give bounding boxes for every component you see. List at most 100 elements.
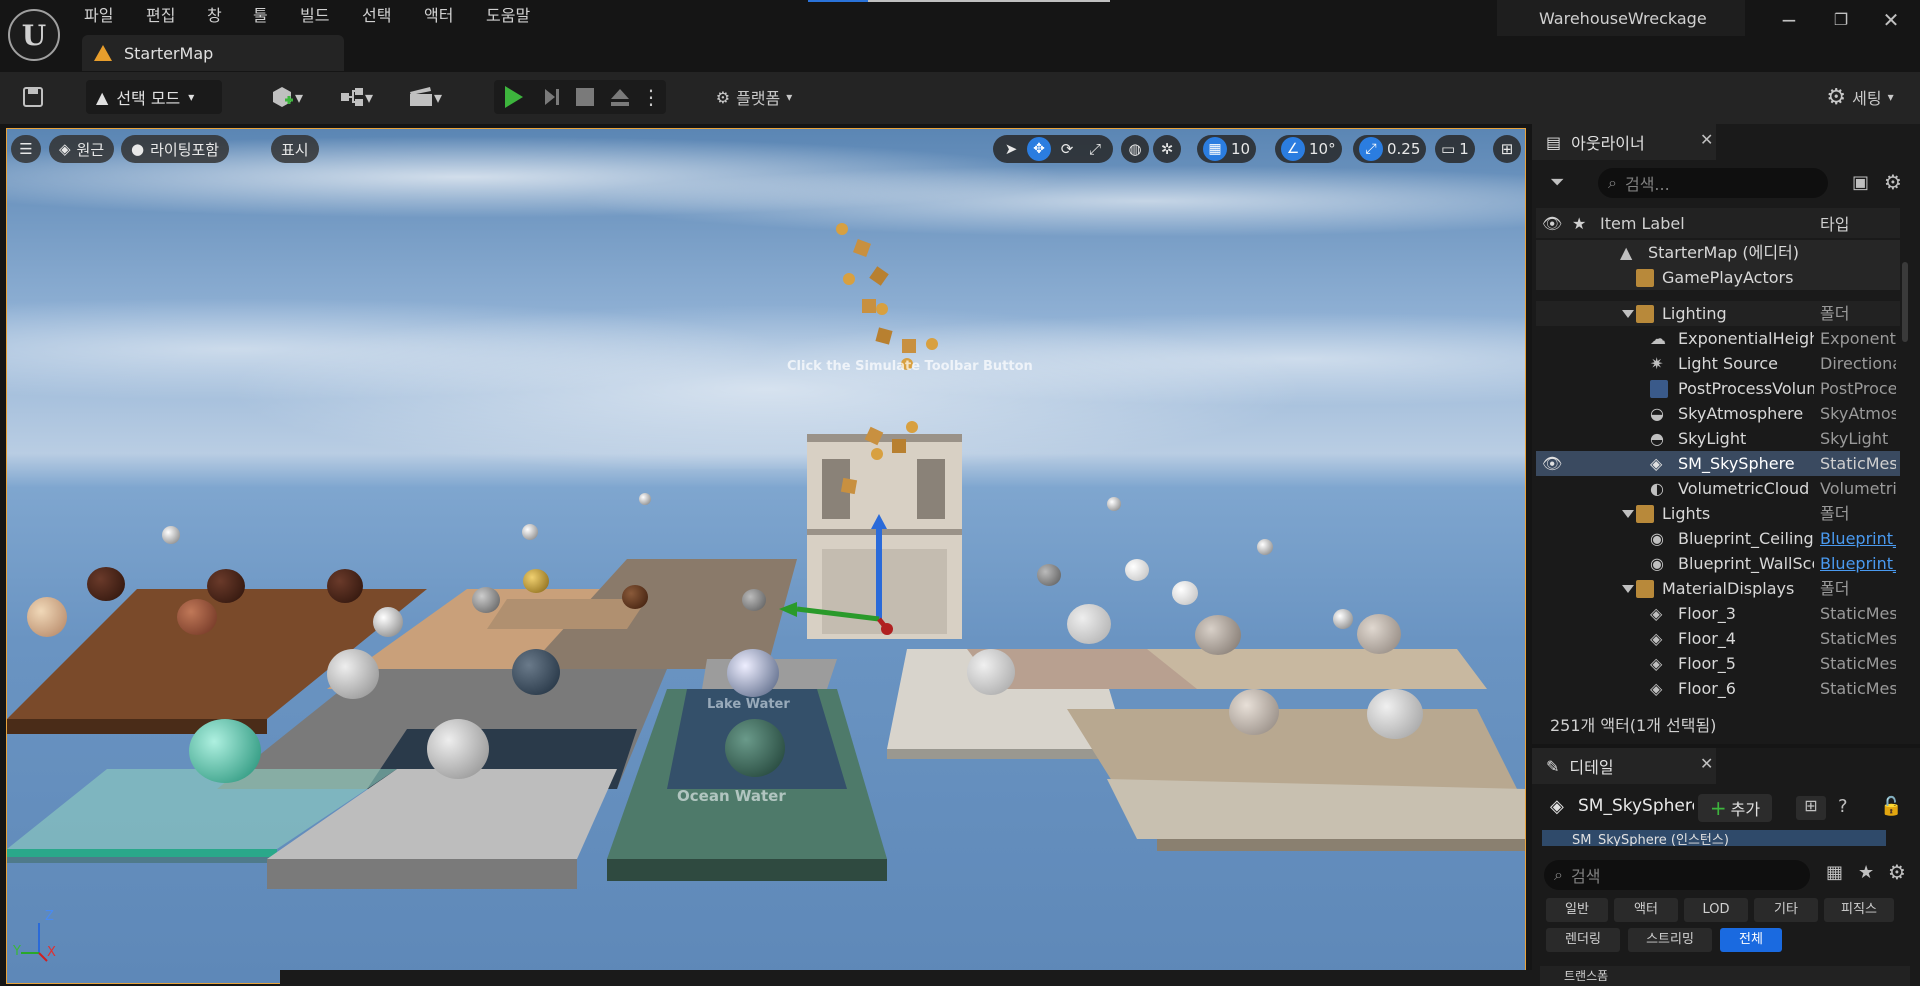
visibility-header-icon[interactable]: 👁 [1542, 214, 1562, 233]
expand-caret-icon[interactable] [1622, 585, 1634, 593]
menu-select[interactable]: 선택 [362, 4, 391, 28]
component-row[interactable]: SM_SkySphere (인스턴스) [1542, 830, 1886, 846]
help-icon[interactable]: ? [1838, 796, 1848, 817]
select-tool-icon[interactable]: ➤ [999, 140, 1023, 158]
row-type-link[interactable]: Blueprint_ [1820, 526, 1896, 551]
surface-snap-icon[interactable]: ✲ [1153, 135, 1181, 163]
outliner-row[interactable]: ◐ VolumetricCloud VolumetricCloud [1536, 476, 1900, 501]
rotate-tool-icon[interactable]: ⟳ [1055, 140, 1079, 158]
viewport-menu-icon[interactable]: ☰ [11, 135, 41, 163]
content-drawer-bar[interactable] [280, 970, 1532, 986]
pin-header-icon[interactable]: ★ [1572, 214, 1586, 233]
material-sphere[interactable] [1357, 614, 1401, 654]
item-label-header[interactable]: Item Label [1600, 214, 1685, 233]
minimize-icon[interactable]: − [1774, 6, 1804, 34]
skip-frame-icon[interactable] [538, 80, 564, 114]
outliner-row[interactable]: ◉ Blueprint_CeilingLight Blueprint_ [1536, 526, 1900, 551]
outliner-row[interactable]: ▲ StarterMap (에디터) [1536, 240, 1900, 265]
outliner-row[interactable]: ✷ Light Source DirectionalLight [1536, 351, 1900, 376]
platforms-dropdown[interactable]: ⚙ 플랫폼 ▾ [704, 80, 804, 114]
outliner-row[interactable]: ◈ Floor_6 StaticMeshActor [1536, 676, 1900, 701]
material-sphere[interactable] [1125, 559, 1149, 581]
type-header[interactable]: 타입 [1820, 211, 1849, 235]
row-type-link[interactable]: Blueprint_ [1820, 551, 1896, 576]
outliner-row[interactable]: Lights 폴더 [1536, 501, 1900, 526]
outliner-row[interactable]: ◈ Floor_5 StaticMeshActor [1536, 651, 1900, 676]
material-sphere[interactable] [1195, 615, 1241, 655]
material-sphere[interactable] [189, 719, 261, 783]
material-sphere[interactable] [27, 597, 67, 637]
grid-snap-toggle[interactable]: ▦ 10 [1197, 135, 1257, 163]
material-sphere[interactable] [523, 569, 549, 593]
eject-icon[interactable] [606, 80, 634, 114]
material-sphere[interactable] [1257, 539, 1273, 555]
material-sphere[interactable] [327, 649, 379, 699]
filter-all[interactable]: 전체 [1720, 928, 1782, 952]
menu-help[interactable]: 도움말 [486, 4, 530, 28]
table-view-icon[interactable]: ▦ [1826, 862, 1843, 883]
outliner-row[interactable]: ◉ Blueprint_WallSconce Blueprint_ [1536, 551, 1900, 576]
settings-dropdown[interactable]: ⚙ 세팅 ▾ [1812, 80, 1908, 114]
outliner-row[interactable]: MaterialDisplays 폴더 [1536, 576, 1900, 601]
menu-tools[interactable]: 툴 [253, 4, 268, 28]
filter-actor[interactable]: 액터 [1614, 898, 1678, 922]
filter-streaming[interactable]: 스트리밍 [1628, 928, 1712, 952]
filter-icon[interactable]: ⏷ [1550, 172, 1564, 193]
show-button[interactable]: 표시 [271, 135, 319, 163]
filter-lod[interactable]: LOD [1684, 898, 1748, 922]
rotation-snap-toggle[interactable]: ∠ 10° [1275, 135, 1342, 163]
scale-tool-icon[interactable]: ⤢ [1083, 140, 1107, 158]
layout-icon[interactable]: ⊞ [1493, 135, 1521, 163]
expand-caret-icon[interactable] [1622, 510, 1634, 518]
expand-caret-icon[interactable] [1622, 310, 1634, 318]
outliner-tab[interactable]: ▤ 아웃라이너 [1532, 124, 1716, 160]
move-tool-icon[interactable]: ✥ [1027, 137, 1051, 161]
material-sphere[interactable] [1067, 604, 1111, 644]
play-options-icon[interactable]: ⋮ [640, 80, 662, 114]
favorites-icon[interactable]: ★ [1858, 862, 1874, 883]
material-sphere[interactable] [522, 524, 538, 540]
add-folder-icon[interactable]: ▣ [1852, 172, 1869, 193]
material-sphere[interactable] [1333, 609, 1353, 629]
menu-file[interactable]: 파일 [84, 4, 113, 28]
outliner-row[interactable]: Lighting 폴더 [1536, 301, 1900, 326]
world-space-icon[interactable]: ◍ [1121, 135, 1149, 163]
outliner-row[interactable] [1536, 286, 1900, 298]
stop-icon[interactable] [572, 80, 598, 114]
material-sphere[interactable] [472, 587, 500, 613]
blueprint-icon[interactable]: ⊞ [1796, 796, 1826, 820]
close-tab-icon[interactable]: ✕ [1700, 754, 1713, 773]
material-sphere[interactable] [1107, 497, 1121, 511]
material-sphere[interactable] [967, 649, 1015, 695]
map-tab[interactable]: StarterMap [82, 35, 344, 71]
material-sphere[interactable] [373, 607, 403, 637]
filter-misc[interactable]: 기타 [1754, 898, 1818, 922]
material-sphere[interactable] [1172, 581, 1198, 605]
material-sphere[interactable] [427, 719, 489, 779]
material-sphere[interactable] [207, 569, 245, 603]
material-sphere[interactable] [725, 719, 785, 777]
filter-general[interactable]: 일반 [1546, 898, 1608, 922]
material-sphere[interactable] [177, 599, 217, 635]
material-sphere[interactable] [327, 569, 363, 603]
material-sphere[interactable] [87, 567, 125, 601]
outliner-row-selected[interactable]: 👁 ◈ SM_SkySphere StaticMeshActor [1536, 451, 1900, 476]
filter-physics[interactable]: 피직스 [1824, 898, 1894, 922]
close-window-icon[interactable]: ✕ [1876, 6, 1906, 34]
material-sphere[interactable] [1037, 564, 1061, 586]
camera-speed-button[interactable]: ▭ 1 [1435, 135, 1475, 163]
material-sphere[interactable] [622, 585, 648, 609]
outliner-scrollbar[interactable] [1902, 262, 1908, 342]
close-tab-icon[interactable]: ✕ [1700, 130, 1713, 149]
lock-icon[interactable]: 🔓 [1880, 796, 1902, 817]
menu-build[interactable]: 빌드 [300, 4, 329, 28]
cinematics-icon[interactable]: ▾ [400, 80, 450, 114]
outliner-search-input[interactable]: ⌕ 검색... [1598, 168, 1828, 198]
scale-snap-toggle[interactable]: ⤢ 0.25 [1353, 135, 1427, 163]
selection-mode-dropdown[interactable]: ▲ 선택 모드 ▾ [86, 80, 222, 114]
material-sphere[interactable] [512, 649, 560, 695]
details-settings-icon[interactable]: ⚙ [1888, 860, 1906, 884]
outliner-row[interactable]: ◈ Floor_4 StaticMeshActor [1536, 626, 1900, 651]
outliner-row[interactable]: PostProcessVolume PostProcessVolume [1536, 376, 1900, 401]
play-icon[interactable] [500, 80, 528, 114]
